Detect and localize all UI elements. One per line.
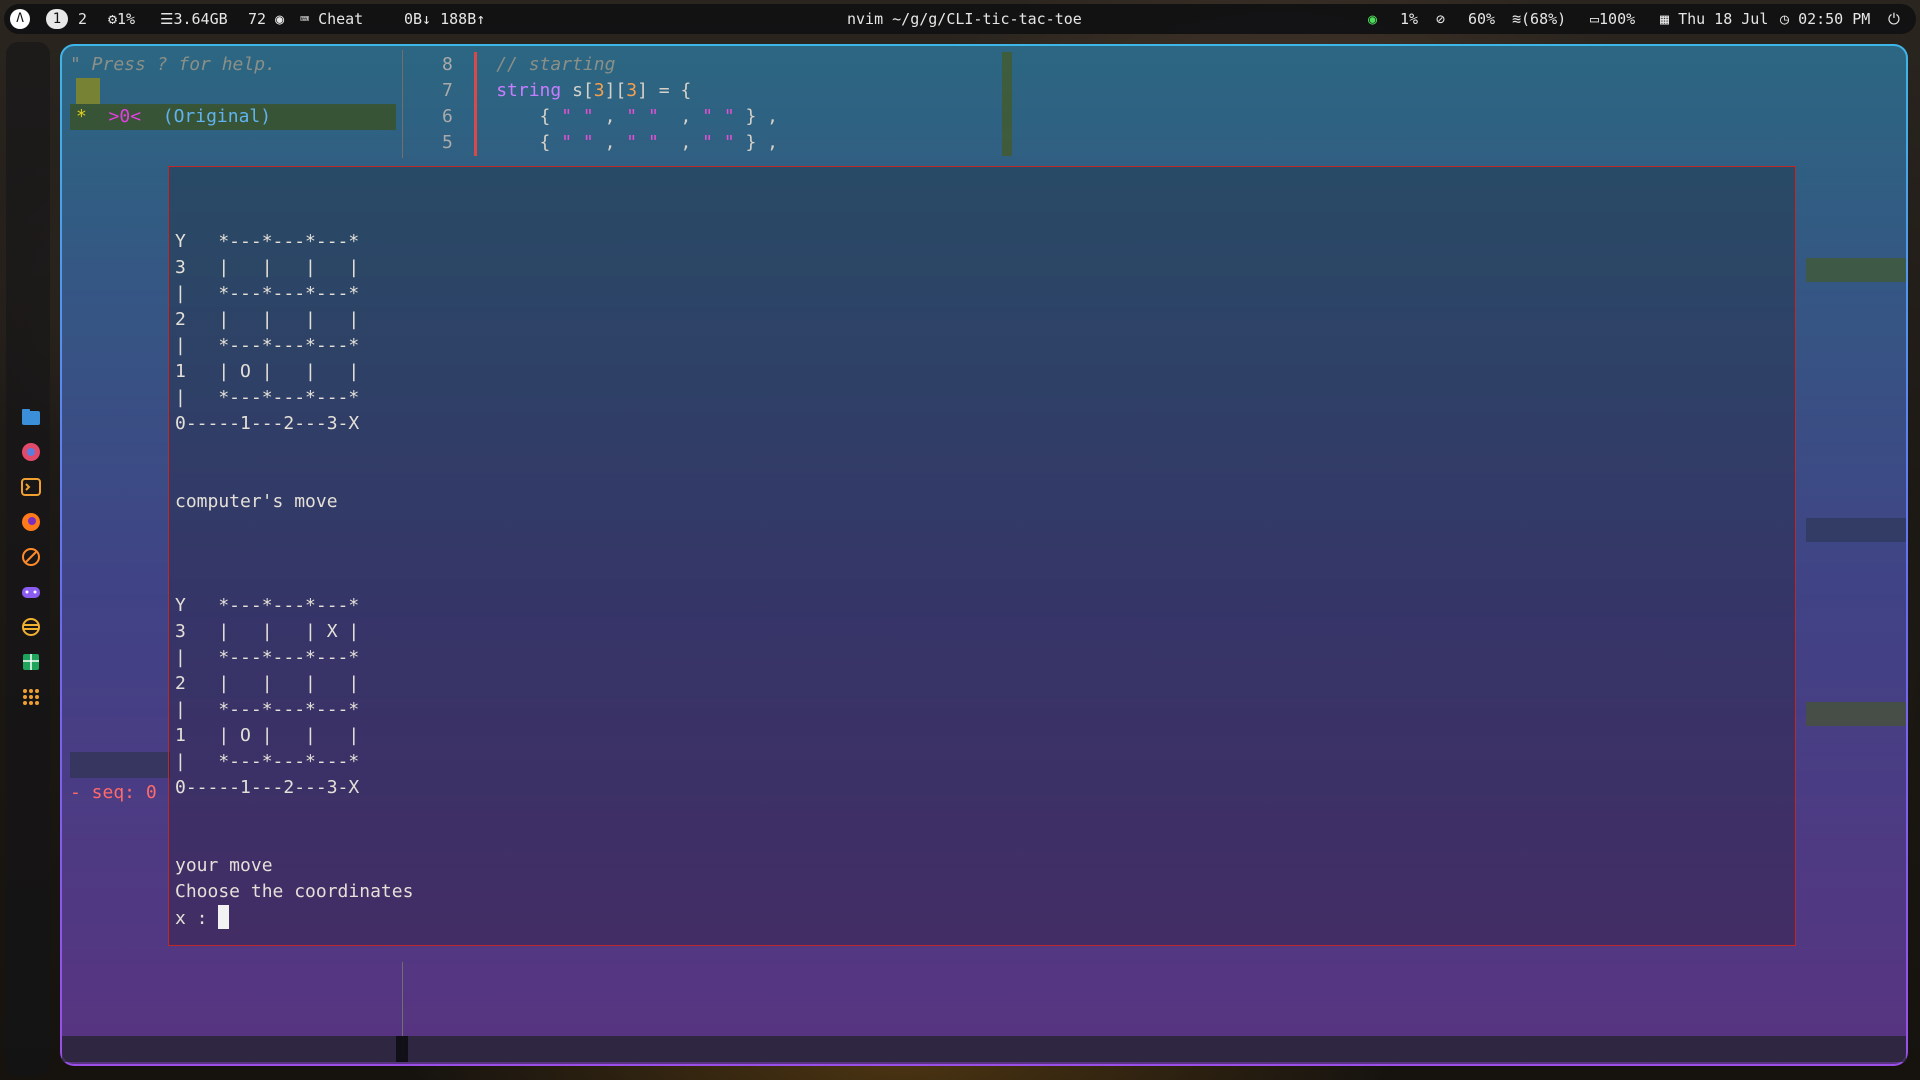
x-input-label: x : <box>175 908 219 929</box>
workspace-1[interactable]: 1 <box>46 9 68 29</box>
undotree-entry[interactable]: * >0< (Original) <box>76 104 271 130</box>
network-widget[interactable]: ≋(68%) <box>1512 4 1566 34</box>
color-column-marker <box>1002 52 1012 156</box>
temperature-widget[interactable]: 72 ◉ <box>248 4 284 34</box>
temperature-icon: ◉ <box>275 10 285 28</box>
code-string: " " <box>702 132 735 153</box>
date-widget[interactable]: ▦ Thu 18 Jul <box>1660 4 1768 34</box>
terminal-icon[interactable] <box>20 476 42 498</box>
code-text: , <box>658 106 703 127</box>
line-number: 5 <box>442 132 453 153</box>
code-number: 3 <box>593 80 605 101</box>
workspace-2[interactable]: 2 <box>78 4 87 34</box>
code-text: ][ <box>604 80 627 101</box>
network-traffic: 0B↓ 188B↑ <box>404 10 486 28</box>
help-hint: " Press ? for help. <box>70 54 276 75</box>
code-text: { <box>496 132 562 153</box>
cpu-widget[interactable]: ⚙1% <box>108 4 135 34</box>
floating-terminal[interactable]: Y *---*---*---* 3 | | | | | *---*---*---… <box>168 166 1796 946</box>
scrollbar-marker <box>1806 702 1906 726</box>
computer-move-message: computer's move <box>175 491 338 512</box>
keyboard-icon: ⌨ <box>300 10 310 28</box>
code-text: { <box>496 106 562 127</box>
wifi-signal-value: 1% <box>1400 10 1419 28</box>
seq-label: - seq: 0 <box>70 782 157 803</box>
code-keyword: string <box>496 80 562 101</box>
memory-value: 3.64GB <box>173 10 228 28</box>
scrollbar-marker <box>1806 518 1906 542</box>
line-number: 7 <box>442 80 453 101</box>
clock-widget[interactable]: ◷ 02:50 PM <box>1780 4 1870 34</box>
browser-icon[interactable] <box>20 441 42 463</box>
status-line <box>62 1036 1906 1062</box>
time-value: 02:50 PM <box>1798 10 1871 28</box>
code-text: } , <box>734 106 779 127</box>
code-string: " " <box>561 132 594 153</box>
firefox-icon[interactable] <box>20 511 42 533</box>
memory-icon: ☰ <box>160 10 174 28</box>
app-dock <box>6 42 50 1076</box>
power-icon[interactable]: ⏻ <box>1888 4 1900 34</box>
undotree-cursor <box>76 78 100 104</box>
temperature-value: 72 <box>248 10 267 28</box>
code-string: " " <box>626 106 659 127</box>
code-line[interactable]: 5 { " " , " " , " " } , <box>442 130 778 156</box>
app-grid-icon[interactable] <box>20 686 42 708</box>
file-manager-icon[interactable] <box>20 406 42 428</box>
memory-widget[interactable]: ☰3.64GB <box>160 4 228 34</box>
line-number: 6 <box>442 106 453 127</box>
cpu-value: 1% <box>117 10 136 28</box>
board-before: Y *---*---*---* 3 | | | | | *---*---*---… <box>175 231 360 434</box>
code-text: ] = { <box>637 80 692 101</box>
code-text: , <box>593 132 627 153</box>
privacy-icon[interactable]: ⊘ <box>1436 4 1445 34</box>
code-comment: // starting <box>496 54 616 75</box>
battery-widget[interactable]: ▭100% <box>1590 4 1635 34</box>
code-line[interactable]: 8 // starting <box>442 52 615 78</box>
code-number: 3 <box>626 80 638 101</box>
game-output[interactable]: Y *---*---*---* 3 | | | | | *---*---*---… <box>175 229 413 932</box>
code-line[interactable]: 7 string s[3][3] = { <box>442 78 691 104</box>
keyboard-widget[interactable]: ⌨ Cheat <box>300 4 363 34</box>
top-bar: Λ 1 2 ⚙1% ☰3.64GB 72 ◉ ⌨ Cheat 0B↓ 188B↑… <box>4 4 1916 34</box>
code-text: , <box>593 106 627 127</box>
window-title: nvim ~/g/g/CLI-tic-tac-toe <box>847 10 1082 28</box>
code-text: } , <box>734 132 779 153</box>
terminal-window[interactable]: " Press ? for help. * >0< (Original) - s… <box>60 44 1908 1066</box>
calendar-icon: ▦ <box>1660 10 1670 28</box>
cpu-icon: ⚙ <box>108 10 118 28</box>
coordinate-prompt: Choose the coordinates <box>175 881 414 902</box>
settings-icon[interactable] <box>20 616 42 638</box>
diff-panel-highlight <box>70 752 170 778</box>
wifi-icon[interactable]: ◉ <box>1368 4 1377 34</box>
undotree-label: (Original) <box>162 106 272 127</box>
wifi-strength-icon: ≋ <box>1512 10 1522 28</box>
tools-icon[interactable] <box>20 546 42 568</box>
game-controller-icon[interactable] <box>20 581 42 603</box>
code-string: " " <box>561 106 594 127</box>
code-string: " " <box>702 106 735 127</box>
pane-divider[interactable] <box>402 50 403 158</box>
scrollbar-marker <box>1806 258 1906 282</box>
your-move-message: your move <box>175 855 273 876</box>
wifi-strength-value: (68%) <box>1521 10 1567 28</box>
arch-logo-icon[interactable]: Λ <box>10 9 30 29</box>
status-separator <box>396 1036 408 1062</box>
clock-icon: ◷ <box>1780 10 1790 28</box>
code-text: , <box>658 132 703 153</box>
text-cursor[interactable] <box>218 905 230 929</box>
battery-icon: ▭ <box>1590 10 1600 28</box>
code-line[interactable]: 6 { " " , " " , " " } , <box>442 104 778 130</box>
battery-value: 100% <box>1599 10 1636 28</box>
privacy-value: 60% <box>1468 10 1496 28</box>
board-after: Y *---*---*---* 3 | | | X | | *---*---*-… <box>175 595 360 798</box>
undotree-star: * <box>76 106 87 127</box>
active-app-label: Cheat <box>318 10 364 28</box>
undotree-marker: >0< <box>108 106 142 127</box>
code-text: s[ <box>561 80 594 101</box>
date-value: Thu 18 Jul <box>1678 10 1769 28</box>
line-number: 8 <box>442 54 453 75</box>
code-string: " " <box>626 132 659 153</box>
spreadsheet-icon[interactable] <box>20 651 42 673</box>
